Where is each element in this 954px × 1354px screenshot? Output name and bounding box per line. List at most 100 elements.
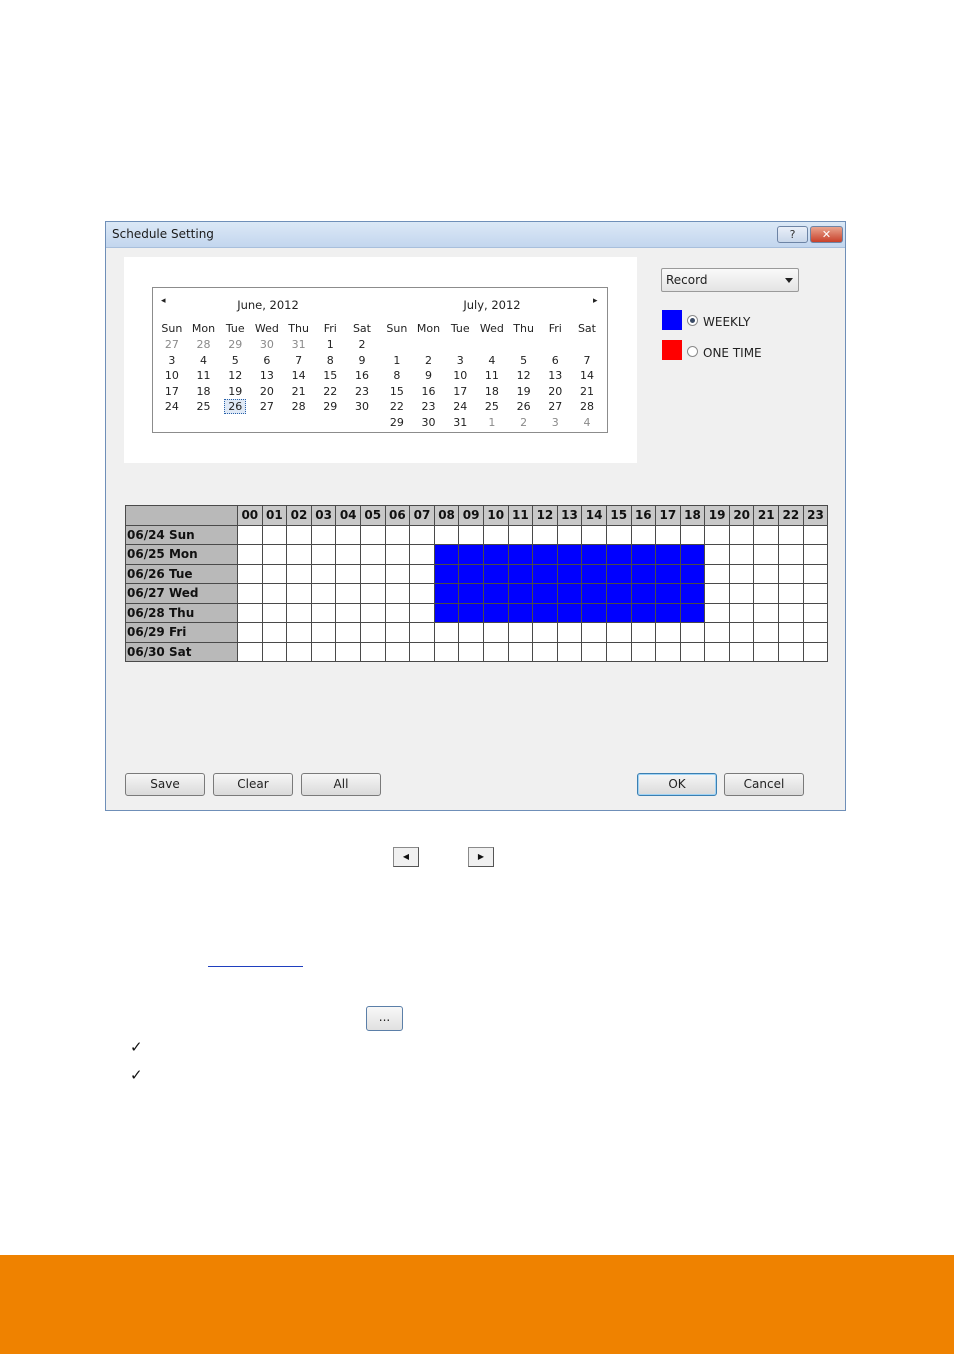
calendar-day[interactable]: 25: [188, 399, 220, 415]
hour-header[interactable]: 01: [261, 505, 288, 526]
schedule-cell[interactable]: [237, 544, 263, 565]
schedule-cell[interactable]: [532, 583, 558, 604]
hour-header[interactable]: 12: [532, 505, 558, 526]
schedule-cell[interactable]: [237, 524, 263, 545]
hour-header[interactable]: 19: [704, 505, 730, 526]
calendar-day[interactable]: 9: [413, 368, 445, 384]
schedule-cell[interactable]: [409, 641, 435, 662]
hour-header[interactable]: 14: [581, 505, 607, 526]
schedule-cell[interactable]: [310, 641, 337, 662]
calendar-day[interactable]: 10: [156, 368, 188, 384]
schedule-cell[interactable]: [433, 641, 460, 662]
hour-header[interactable]: 05: [359, 505, 386, 526]
hour-header[interactable]: 00: [237, 505, 263, 526]
schedule-cell[interactable]: [507, 622, 534, 643]
calendar-day[interactable]: 27: [251, 399, 283, 415]
all-button[interactable]: All: [301, 773, 381, 796]
schedule-cell[interactable]: [458, 563, 484, 584]
hour-header[interactable]: 04: [335, 505, 361, 526]
schedule-cell[interactable]: [679, 544, 706, 565]
calendar-day[interactable]: 12: [508, 368, 540, 384]
calendar-day[interactable]: 4: [571, 415, 603, 431]
schedule-cell[interactable]: [581, 563, 607, 584]
hour-header[interactable]: 06: [384, 505, 411, 526]
schedule-cell[interactable]: [630, 602, 657, 623]
schedule-cell[interactable]: [778, 563, 804, 584]
calendar-day[interactable]: 31: [444, 415, 476, 431]
schedule-cell[interactable]: [802, 641, 829, 662]
schedule-cell[interactable]: [605, 622, 632, 643]
schedule-cell[interactable]: [286, 583, 312, 604]
schedule-cell[interactable]: [261, 583, 288, 604]
schedule-cell[interactable]: [630, 641, 657, 662]
schedule-cell[interactable]: [359, 583, 386, 604]
schedule-cell[interactable]: [630, 622, 657, 643]
calendar-day[interactable]: 21: [283, 384, 315, 400]
calendar-day[interactable]: 28: [188, 337, 220, 353]
schedule-cell[interactable]: [753, 524, 780, 545]
calendar-day[interactable]: 3: [539, 415, 571, 431]
calendar-day[interactable]: 28: [283, 399, 315, 415]
schedule-cell[interactable]: [310, 524, 337, 545]
schedule-cell[interactable]: [482, 563, 509, 584]
schedule-cell[interactable]: [728, 602, 755, 623]
calendar-day[interactable]: 4: [476, 353, 508, 369]
ok-button[interactable]: OK: [637, 773, 717, 796]
schedule-cell[interactable]: [556, 524, 583, 545]
schedule-cell[interactable]: [310, 563, 337, 584]
calendar-day[interactable]: 17: [156, 384, 188, 400]
schedule-cell[interactable]: [581, 622, 607, 643]
calendar-day[interactable]: 15: [314, 368, 346, 384]
hour-header[interactable]: 17: [655, 505, 681, 526]
calendar-day[interactable]: 28: [571, 399, 603, 415]
hour-header[interactable]: 22: [778, 505, 804, 526]
schedule-cell[interactable]: [507, 544, 534, 565]
calendar-day[interactable]: 25: [476, 399, 508, 415]
schedule-cell[interactable]: [655, 602, 681, 623]
hour-header[interactable]: 15: [605, 505, 632, 526]
calendar-day[interactable]: 11: [188, 368, 220, 384]
schedule-cell[interactable]: [237, 641, 263, 662]
calendar-day[interactable]: 5: [508, 353, 540, 369]
schedule-cell[interactable]: [359, 641, 386, 662]
schedule-cell[interactable]: [778, 602, 804, 623]
schedule-cell[interactable]: [605, 544, 632, 565]
schedule-cell[interactable]: [655, 641, 681, 662]
day-row-label[interactable]: 06/27 Wed: [125, 583, 238, 604]
schedule-cell[interactable]: [335, 544, 361, 565]
schedule-cell[interactable]: [753, 641, 780, 662]
calendar-day[interactable]: 29: [314, 399, 346, 415]
schedule-cell[interactable]: [482, 544, 509, 565]
calendar-day[interactable]: 30: [413, 415, 445, 431]
schedule-cell[interactable]: [359, 563, 386, 584]
save-button[interactable]: Save: [125, 773, 205, 796]
calendar-day[interactable]: 22: [314, 384, 346, 400]
schedule-cell[interactable]: [532, 602, 558, 623]
calendar-day[interactable]: 5: [219, 353, 251, 369]
schedule-cell[interactable]: [581, 524, 607, 545]
calendar-day[interactable]: 14: [283, 368, 315, 384]
schedule-cell[interactable]: [556, 563, 583, 584]
calendar-day[interactable]: 26: [219, 399, 251, 415]
hyperlink-underline[interactable]: [208, 966, 303, 967]
calendar-day[interactable]: 2: [346, 337, 378, 353]
schedule-cell[interactable]: [237, 602, 263, 623]
schedule-cell[interactable]: [679, 524, 706, 545]
schedule-cell[interactable]: [433, 583, 460, 604]
schedule-cell[interactable]: [778, 641, 804, 662]
calendar-day[interactable]: 6: [251, 353, 283, 369]
schedule-cell[interactable]: [335, 583, 361, 604]
calendar-day[interactable]: 1: [476, 415, 508, 431]
schedule-cell[interactable]: [704, 641, 730, 662]
schedule-cell[interactable]: [359, 622, 386, 643]
schedule-cell[interactable]: [482, 524, 509, 545]
calendar-day[interactable]: 27: [539, 399, 571, 415]
schedule-cell[interactable]: [802, 544, 829, 565]
schedule-cell[interactable]: [237, 583, 263, 604]
schedule-cell[interactable]: [532, 563, 558, 584]
schedule-cell[interactable]: [630, 544, 657, 565]
calendar-day[interactable]: 19: [508, 384, 540, 400]
schedule-cell[interactable]: [655, 583, 681, 604]
schedule-cell[interactable]: [753, 563, 780, 584]
schedule-cell[interactable]: [802, 524, 829, 545]
